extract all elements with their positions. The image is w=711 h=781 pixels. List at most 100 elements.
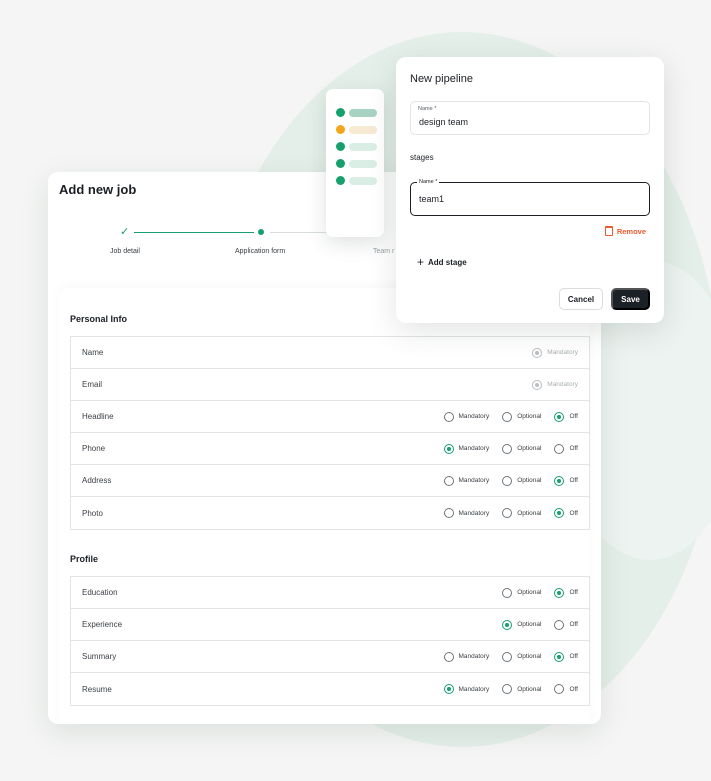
preview-stage-row <box>336 142 377 151</box>
field-options: Optional Off <box>489 619 578 630</box>
radio-icon[interactable] <box>443 411 454 422</box>
stage-dot-icon <box>336 108 345 117</box>
field-row-name: Name Mandatory <box>71 337 589 369</box>
radio-label: Optional <box>517 445 542 452</box>
radio-icon[interactable] <box>443 475 454 486</box>
stage-bar <box>349 108 377 117</box>
radio-label: Mandatory <box>458 685 490 693</box>
preview-stage-row <box>336 125 377 134</box>
radio-option-off[interactable]: Off <box>554 411 578 422</box>
field-row-address: Address Mandatory Optional Off <box>71 465 589 497</box>
radio-option-off[interactable]: Off <box>554 684 578 694</box>
section-title-personal-info: Personal Info <box>70 314 128 324</box>
radio-icon[interactable] <box>443 651 454 662</box>
remove-label: Remove <box>616 226 646 236</box>
radio-icon[interactable] <box>502 684 513 694</box>
save-button[interactable]: Save <box>611 288 650 310</box>
page-title: Add new job <box>59 182 137 197</box>
radio-icon[interactable] <box>554 411 565 422</box>
field-label: Name <box>82 348 104 357</box>
radio-icon[interactable] <box>554 443 565 454</box>
stage-bar <box>349 142 377 151</box>
field-row-photo: Photo Mandatory Optional Off <box>71 497 589 529</box>
radio-icon[interactable] <box>502 475 513 486</box>
step-label-job-detail[interactable]: Job detail <box>110 248 140 255</box>
radio-icon[interactable] <box>502 651 513 662</box>
radio-icon[interactable] <box>443 508 454 518</box>
field-row-phone: Phone Mandatory Optional Off <box>71 433 589 465</box>
remove-stage-button[interactable]: Remove <box>604 226 646 236</box>
radio-label: Off <box>569 653 578 660</box>
pipeline-preview-illustration <box>326 89 384 237</box>
radio-icon[interactable] <box>502 508 513 518</box>
radio-icon[interactable] <box>443 684 454 694</box>
stage-dot-icon <box>336 125 345 134</box>
radio-icon[interactable] <box>554 619 565 630</box>
field-label: Summary <box>82 652 117 661</box>
dialog-title: New pipeline <box>410 73 473 85</box>
radio-option-optional[interactable]: Optional <box>502 443 542 454</box>
radio-option-mandatory[interactable]: Mandatory <box>443 411 490 422</box>
stage-name-value: team1 <box>419 194 445 204</box>
radio-label: Mandatory <box>458 477 490 484</box>
radio-option-optional[interactable]: Optional <box>502 475 541 486</box>
radio-icon[interactable] <box>554 651 565 662</box>
radio-label: Optional <box>517 685 542 693</box>
radio-option-optional[interactable]: Optional <box>502 411 542 422</box>
radio-option-mandatory[interactable]: Mandatory <box>443 684 490 694</box>
radio-option-off[interactable]: Off <box>554 651 578 662</box>
radio-icon[interactable] <box>502 443 513 454</box>
radio-option-off[interactable]: Off <box>554 587 578 598</box>
radio-icon[interactable] <box>554 508 565 518</box>
add-stage-button[interactable]: + Add stage <box>417 256 467 268</box>
radio-option-mandatory[interactable]: Mandatory <box>443 508 489 518</box>
radio-icon <box>532 379 543 390</box>
field-label: Resume <box>82 684 112 694</box>
stage-dot-icon <box>336 159 345 168</box>
radio-option-optional[interactable]: Optional <box>502 684 541 694</box>
radio-option-optional[interactable]: Optional <box>502 651 541 662</box>
field-options: Mandatory <box>519 347 578 358</box>
pipeline-name-field[interactable]: Name * design team <box>410 101 650 135</box>
radio-label: Off <box>569 589 578 596</box>
step-label-application-form[interactable]: Application form <box>235 248 285 255</box>
radio-option-off[interactable]: Off <box>554 508 578 518</box>
radio-option-mandatory[interactable]: Mandatory <box>443 475 490 486</box>
radio-option-mandatory[interactable]: Mandatory <box>443 651 489 662</box>
radio-option-optional[interactable]: Optional <box>502 619 541 630</box>
step-label-team[interactable]: Team r <box>373 248 394 255</box>
radio-icon[interactable] <box>554 587 565 598</box>
field-label: Experience <box>82 620 123 629</box>
radio-option-mandatory[interactable]: Mandatory <box>443 443 489 454</box>
radio-icon[interactable] <box>554 475 565 486</box>
radio-label: Mandatory <box>547 381 578 388</box>
personal-info-fields: Name Mandatory Email Mandatory Headline Manda… <box>70 336 590 530</box>
new-pipeline-dialog: New pipeline Name * design team stages N… <box>396 57 664 323</box>
stage-dot-icon <box>336 176 345 185</box>
radio-icon[interactable] <box>502 619 513 630</box>
radio-option-optional[interactable]: Optional <box>502 587 541 598</box>
radio-icon[interactable] <box>502 411 513 422</box>
radio-option-off[interactable]: Off <box>554 443 578 454</box>
radio-option-off[interactable]: Off <box>554 475 578 486</box>
cancel-button[interactable]: Cancel <box>559 288 603 310</box>
profile-fields: Education Optional Off Experience Optional Of… <box>70 576 590 706</box>
field-options: Mandatory Optional Off <box>431 684 578 694</box>
radio-icon[interactable] <box>443 443 454 454</box>
radio-option-off[interactable]: Off <box>554 619 578 630</box>
radio-icon[interactable] <box>502 587 513 598</box>
stage-bar <box>349 176 377 185</box>
radio-label: Mandatory <box>458 413 490 420</box>
radio-icon[interactable] <box>554 684 565 694</box>
field-options: Mandatory Optional Off <box>431 443 578 454</box>
field-label: Phone <box>82 444 106 453</box>
section-title-profile: Profile <box>70 554 99 564</box>
field-options: Mandatory Optional Off <box>431 651 578 662</box>
radio-label: Optional <box>517 509 542 517</box>
field-options: Mandatory Optional Off <box>431 508 578 518</box>
radio-label: Optional <box>517 413 542 420</box>
field-row-education: Education Optional Off <box>71 577 589 609</box>
stage-name-field[interactable]: Name * team1 <box>410 179 650 216</box>
preview-stage-row <box>336 108 377 117</box>
radio-option-optional[interactable]: Optional <box>502 508 541 518</box>
